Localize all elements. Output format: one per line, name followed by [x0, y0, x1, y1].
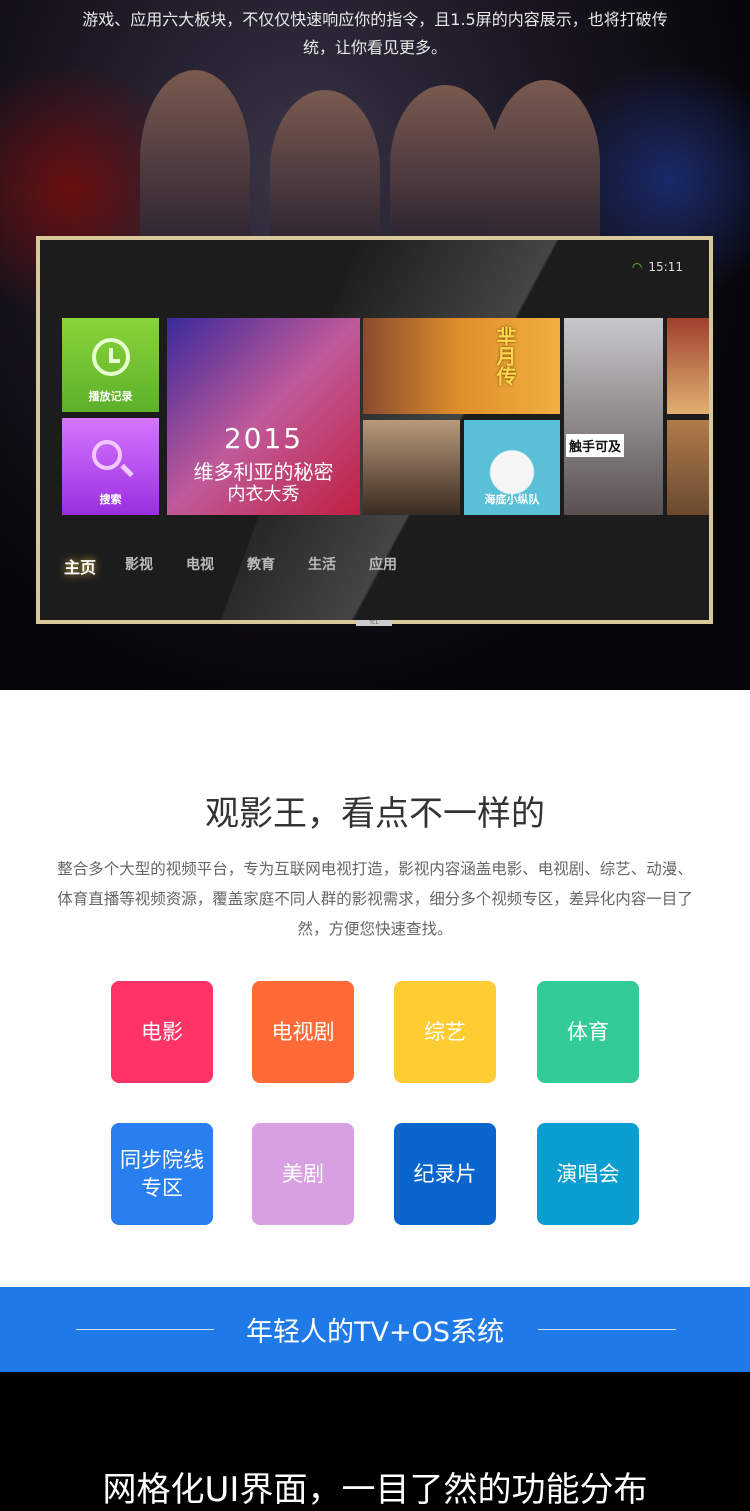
drama-title: 芈月传	[493, 326, 517, 386]
category-cinema[interactable]: 同步院线专区	[111, 1123, 213, 1225]
divider	[76, 1329, 214, 1330]
intro-line: 统，让你看见更多。	[302, 38, 447, 57]
category-tv-series[interactable]: 电视剧	[252, 981, 354, 1083]
tile-poster-vs[interactable]: 2015 维多利亚的秘密 内衣大秀	[167, 318, 360, 515]
tv-screen: ◠ 15:11 播放记录 搜索 2015 维多利亚的秘密 内衣大秀 芈月传 海底…	[36, 236, 713, 624]
tile-documentary[interactable]: 触手可及	[564, 318, 663, 515]
intro-line: 游戏、应用六大板块，不仅仅快速响应你的指令，且1.5屏的内容展示，也将打破传	[82, 10, 668, 29]
clock: 15:11	[648, 260, 683, 274]
intro-text: 游戏、应用六大板块，不仅仅快速响应你的指令，且1.5屏的内容展示，也将打破传 统…	[50, 6, 700, 62]
singer-image	[390, 85, 500, 245]
tile-search[interactable]: 搜索	[62, 418, 159, 515]
category-documentary[interactable]: 纪录片	[394, 1123, 496, 1225]
tile-more[interactable]	[667, 420, 709, 515]
nav-life[interactable]: 生活	[308, 554, 369, 578]
singer-image	[140, 70, 250, 250]
hero-section: 游戏、应用六大板块，不仅仅快速响应你的指令，且1.5屏的内容展示，也将打破传 统…	[0, 0, 750, 690]
nav-education[interactable]: 教育	[247, 554, 308, 578]
features-section: 观影王，看点不一样的 整合多个大型的视频平台，专为互联网电视打造，影视内容涵盖电…	[0, 690, 750, 1287]
singer-image	[270, 90, 380, 250]
search-icon	[92, 440, 122, 470]
category-sports[interactable]: 体育	[537, 981, 639, 1083]
os-banner: 年轻人的TV+OS系统	[0, 1287, 750, 1372]
tile-cartoon[interactable]: 海底小纵队	[464, 420, 560, 515]
category-variety[interactable]: 综艺	[394, 981, 496, 1083]
tile-show[interactable]	[363, 420, 460, 515]
nav-home[interactable]: 主页	[64, 554, 125, 578]
grid-ui-title: 网格化UI界面，一目了然的功能分布	[102, 1470, 648, 1510]
status-bar: ◠ 15:11	[632, 260, 683, 274]
tile-more[interactable]	[667, 318, 709, 414]
tv-nav: 主页 影视 电视 教育 生活 应用	[64, 554, 430, 578]
tile-history[interactable]: 播放记录	[62, 318, 159, 412]
divider	[538, 1329, 676, 1330]
section-description: 整合多个大型的视频平台，专为互联网电视打造，影视内容涵盖电影、电视剧、综艺、动漫…	[57, 860, 693, 938]
tile-drama[interactable]: 芈月传	[363, 318, 560, 414]
wifi-icon: ◠	[631, 260, 643, 274]
banner-title: 年轻人的TV+OS系统	[246, 1317, 504, 1348]
clock-icon	[92, 338, 130, 376]
section-title: 观影王，看点不一样的	[205, 794, 545, 834]
tv-logo: TCL	[356, 620, 392, 626]
category-concert[interactable]: 演唱会	[537, 1123, 639, 1225]
category-us-drama[interactable]: 美剧	[252, 1123, 354, 1225]
category-movie[interactable]: 电影	[111, 981, 213, 1083]
nav-tv[interactable]: 电视	[186, 554, 247, 578]
nav-apps[interactable]: 应用	[369, 554, 430, 578]
nav-video[interactable]: 影视	[125, 554, 186, 578]
singer-image	[490, 80, 600, 250]
